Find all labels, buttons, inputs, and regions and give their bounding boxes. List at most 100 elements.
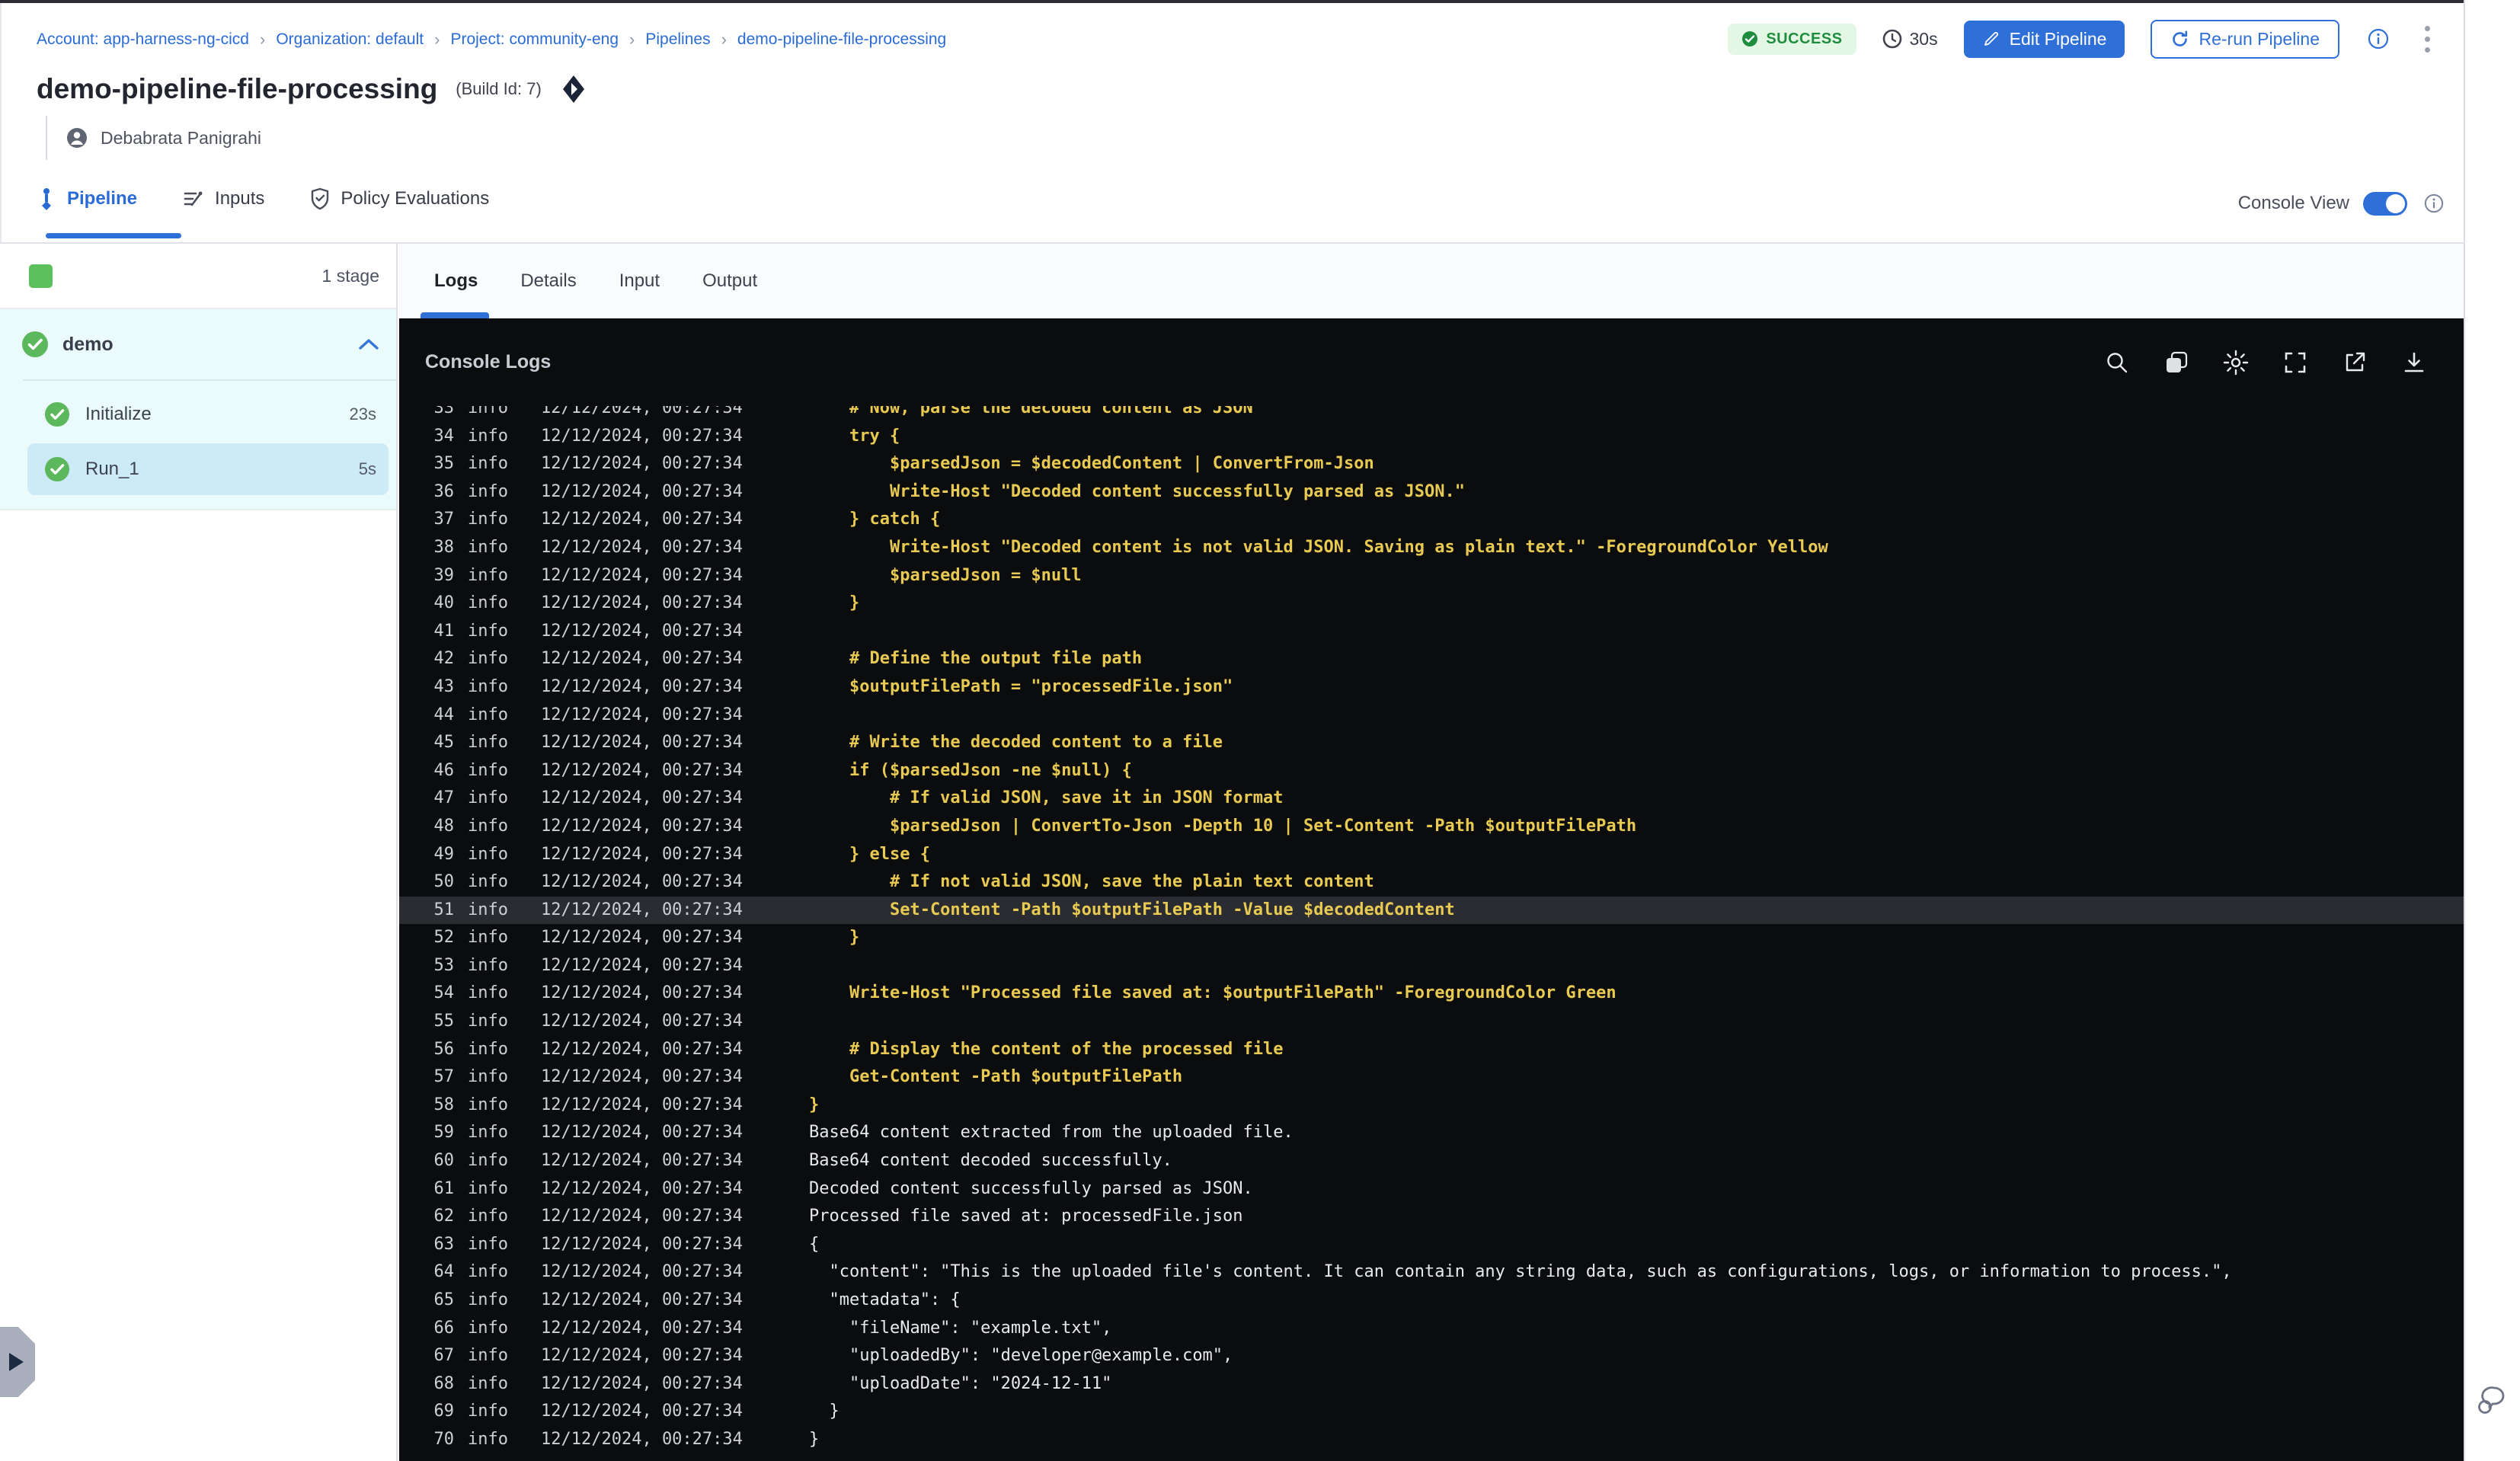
log-row[interactable]: 70 info 12/12/2024, 00:27:34}	[399, 1426, 2464, 1454]
log-text: Write-Host "Decoded content successfully…	[809, 481, 1465, 501]
breadcrumb-item[interactable]: Organization: default	[276, 30, 424, 49]
log-row[interactable]: 48 info 12/12/2024, 00:27:34 $parsedJson |…	[399, 813, 2464, 841]
log-row[interactable]: 37 info 12/12/2024, 00:27:34 } catch {	[399, 506, 2464, 534]
breadcrumb-item[interactable]: Account: app-harness-ng-cicd	[37, 30, 249, 49]
tab-inputs[interactable]: Inputs	[183, 188, 264, 214]
breadcrumb-item[interactable]: demo-pipeline-file-processing	[737, 30, 946, 49]
log-row[interactable]: 66 info 12/12/2024, 00:27:34 "fileName": "…	[399, 1315, 2464, 1343]
log-timestamp: 12/12/2024, 00:27:34	[541, 1346, 743, 1366]
step-row-initialize[interactable]: Initialize 23s	[27, 388, 389, 440]
fullscreen-icon[interactable]	[2282, 350, 2308, 376]
user-name: Debabrata Panigrahi	[101, 127, 261, 148]
info-icon[interactable]	[2365, 26, 2391, 52]
log-row[interactable]: 47 info 12/12/2024, 00:27:34 # If valid JS…	[399, 785, 2464, 813]
log-timestamp: 12/12/2024, 00:27:34	[541, 565, 743, 585]
console-tab-logs[interactable]: Logs	[434, 270, 478, 292]
rerun-pipeline-button[interactable]: Re-run Pipeline	[2151, 19, 2339, 59]
log-line-number: 45	[433, 733, 455, 753]
log-row[interactable]: 67 info 12/12/2024, 00:27:34 "uploadedBy":…	[399, 1342, 2464, 1370]
log-row[interactable]: 62 info 12/12/2024, 00:27:34 Processed file…	[399, 1203, 2464, 1231]
log-row[interactable]: 43 info 12/12/2024, 00:27:34 $outputFilePa…	[399, 673, 2464, 702]
log-row[interactable]: 49 info 12/12/2024, 00:27:34 } else {	[399, 841, 2464, 869]
log-row[interactable]: 55 info 12/12/2024, 00:27:34	[399, 1008, 2464, 1036]
log-text: Decoded content successfully parsed as J…	[809, 1178, 1253, 1198]
log-line-number: 63	[433, 1234, 455, 1254]
log-row[interactable]: 58 info 12/12/2024, 00:27:34}	[399, 1092, 2464, 1120]
tab-policy-evaluations[interactable]: Policy Evaluations	[310, 187, 489, 215]
log-row[interactable]: 41 info 12/12/2024, 00:27:34	[399, 618, 2464, 646]
console-tab-output[interactable]: Output	[702, 270, 757, 292]
log-row[interactable]: 64 info 12/12/2024, 00:27:34 "content": "T…	[399, 1258, 2464, 1287]
log-row[interactable]: 54 info 12/12/2024, 00:27:34 Write-Host "P…	[399, 980, 2464, 1008]
log-row[interactable]: 50 info 12/12/2024, 00:27:34 # If not vali…	[399, 868, 2464, 897]
check-circle-icon	[21, 331, 49, 358]
build-id-label: (Build Id: 7)	[456, 79, 542, 98]
log-row[interactable]: 39 info 12/12/2024, 00:27:34 $parsedJson =…	[399, 562, 2464, 590]
log-row[interactable]: 44 info 12/12/2024, 00:27:34	[399, 702, 2464, 730]
log-row[interactable]: 40 info 12/12/2024, 00:27:34 }	[399, 590, 2464, 618]
chevron-up-icon[interactable]	[358, 337, 379, 351]
log-level: info	[468, 760, 508, 780]
search-icon[interactable]	[2104, 350, 2130, 376]
tab-pipeline[interactable]: Pipeline	[37, 187, 137, 215]
help-chat-icon[interactable]	[2474, 1383, 2509, 1418]
log-row[interactable]: 69 info 12/12/2024, 00:27:34 }	[399, 1398, 2464, 1426]
log-row[interactable]: 51 info 12/12/2024, 00:27:34 Set-Content -…	[399, 896, 2464, 925]
download-icon[interactable]	[2401, 350, 2427, 376]
log-line-number: 69	[433, 1402, 455, 1421]
log-line-number: 50	[433, 872, 455, 892]
log-row[interactable]: 46 info 12/12/2024, 00:27:34 if ($parsedJs…	[399, 757, 2464, 785]
log-level: info	[468, 1234, 508, 1254]
log-row[interactable]: 36 info 12/12/2024, 00:27:34 Write-Host "D…	[399, 478, 2464, 507]
console-view-info-icon[interactable]	[2421, 190, 2447, 216]
log-level: info	[468, 676, 508, 696]
copy-icon[interactable]	[2163, 350, 2189, 376]
log-level: info	[468, 1429, 508, 1449]
play-triangle-icon	[8, 1353, 24, 1371]
step-row-run_1[interactable]: Run_1 5s	[27, 443, 389, 495]
log-timestamp: 12/12/2024, 00:27:34	[541, 983, 743, 1003]
log-row[interactable]: 57 info 12/12/2024, 00:27:34 Get-Content -…	[399, 1063, 2464, 1092]
log-row[interactable]: 61 info 12/12/2024, 00:27:34 Decoded conten…	[399, 1175, 2464, 1204]
log-timestamp: 12/12/2024, 00:27:34	[541, 705, 743, 724]
log-row[interactable]: 56 info 12/12/2024, 00:27:34 # Display the…	[399, 1036, 2464, 1064]
breadcrumb-item[interactable]: Pipelines	[645, 30, 710, 49]
log-row[interactable]: 68 info 12/12/2024, 00:27:34 "uploadDate":…	[399, 1370, 2464, 1399]
log-row[interactable]: 52 info 12/12/2024, 00:27:34 }	[399, 924, 2464, 952]
log-row[interactable]: 38 info 12/12/2024, 00:27:34 Write-Host "D…	[399, 534, 2464, 562]
log-timestamp: 12/12/2024, 00:27:34	[541, 1318, 743, 1338]
log-line-number: 34	[433, 426, 455, 446]
log-row[interactable]: 53 info 12/12/2024, 00:27:34	[399, 952, 2464, 980]
log-row[interactable]: 59 info 12/12/2024, 00:27:34 Base64 content…	[399, 1119, 2464, 1147]
log-text: Set-Content -Path $outputFilePath -Value…	[809, 900, 1455, 919]
breadcrumb-item[interactable]: Project: community-eng	[450, 30, 619, 49]
log-line-number: 41	[433, 621, 455, 641]
breadcrumb-separator: ›	[721, 30, 727, 49]
edit-pipeline-button[interactable]: Edit Pipeline	[1963, 20, 2125, 58]
console-toolbar	[2104, 350, 2427, 376]
log-row[interactable]: 63 info 12/12/2024, 00:27:34 {	[399, 1231, 2464, 1259]
log-level: info	[468, 1039, 508, 1059]
stage-status-square[interactable]	[29, 264, 53, 288]
log-row[interactable]: 60 info 12/12/2024, 00:27:34 Base64 content…	[399, 1147, 2464, 1175]
open-in-new-icon[interactable]	[2342, 350, 2368, 376]
log-line-number: 59	[433, 1123, 455, 1143]
log-row[interactable]: 34 info 12/12/2024, 00:27:34 try {	[399, 423, 2464, 451]
console-view-toggle[interactable]	[2363, 191, 2407, 216]
log-level: info	[468, 1095, 508, 1114]
log-line-number: 44	[433, 705, 455, 724]
log-rows: 33 info 12/12/2024, 00:27:34 # Now, parse …	[399, 395, 2464, 1454]
console-tab-details[interactable]: Details	[520, 270, 576, 292]
console-tab-input[interactable]: Input	[619, 270, 660, 292]
more-options-menu[interactable]	[2417, 21, 2438, 57]
stage-group-header[interactable]: demo	[0, 309, 396, 379]
breadcrumb-separator: ›	[629, 30, 635, 49]
log-timestamp: 12/12/2024, 00:27:34	[541, 1429, 743, 1449]
log-row[interactable]: 45 info 12/12/2024, 00:27:34 # Write the d…	[399, 729, 2464, 757]
log-row[interactable]: 65 info 12/12/2024, 00:27:34 "metadata": {	[399, 1287, 2464, 1315]
log-row[interactable]: 35 info 12/12/2024, 00:27:34 $parsedJson =…	[399, 450, 2464, 478]
log-text: }	[809, 1095, 820, 1114]
log-row[interactable]: 42 info 12/12/2024, 00:27:34 # Define the …	[399, 645, 2464, 673]
check-circle-icon	[44, 401, 70, 427]
settings-icon[interactable]	[2223, 350, 2249, 376]
